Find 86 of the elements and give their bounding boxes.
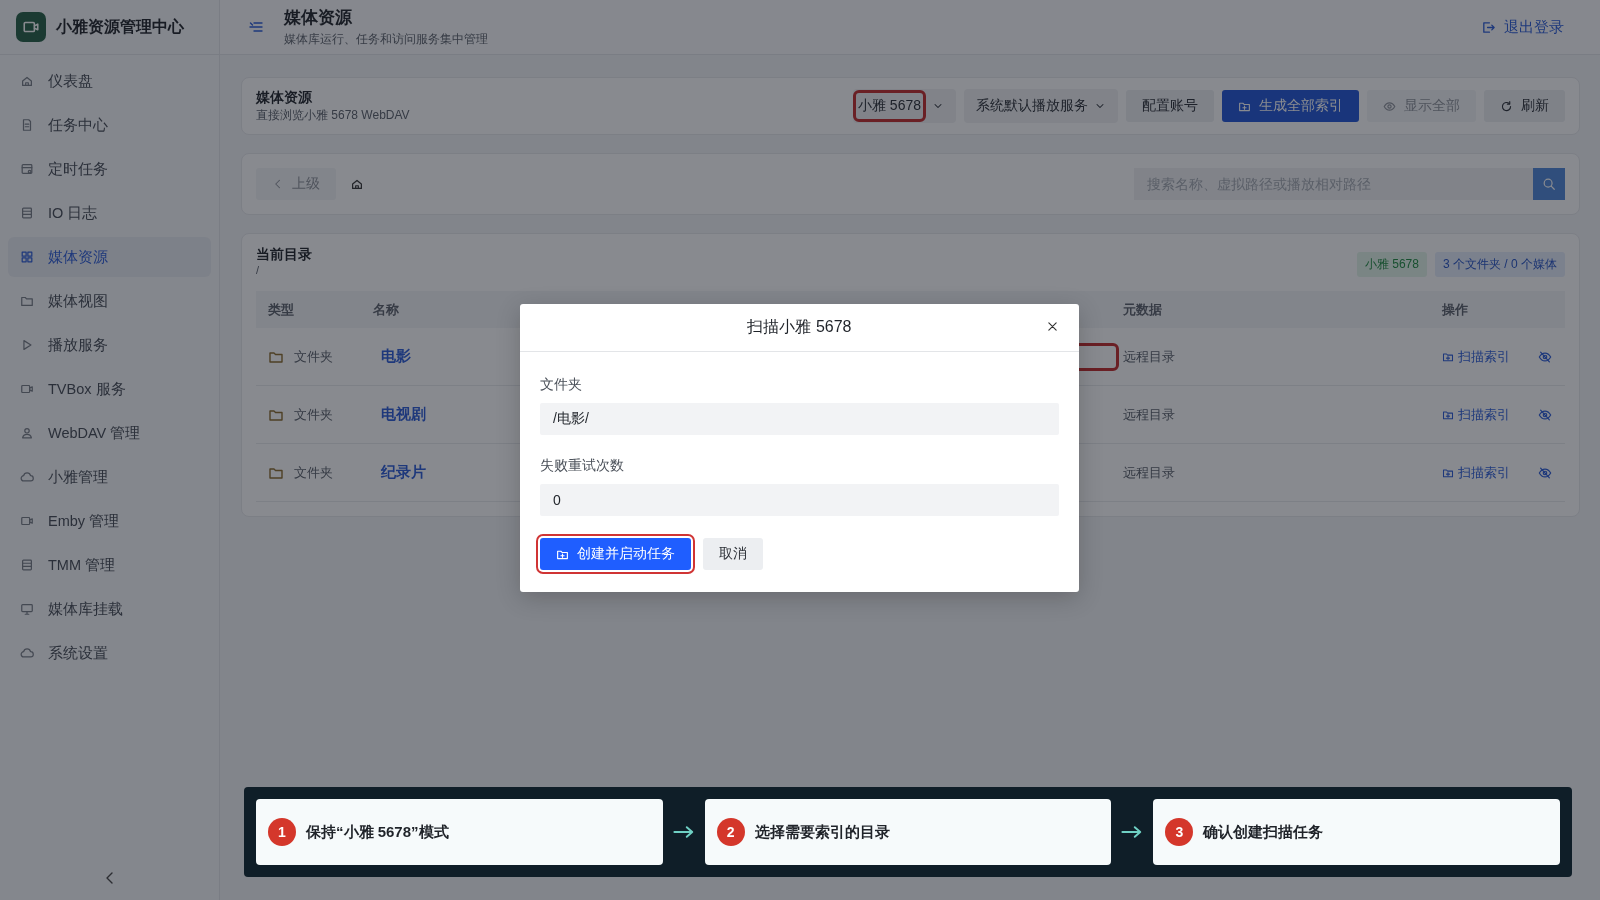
scan-index-link[interactable]: 扫描索引 bbox=[1442, 405, 1510, 424]
table-cell: 远程目录 bbox=[1123, 405, 1175, 424]
input-field[interactable]: /电影/ bbox=[540, 403, 1059, 435]
close-icon[interactable] bbox=[1046, 320, 1059, 333]
refresh-button[interactable]: 刷新 bbox=[1484, 90, 1565, 122]
sidebar-item[interactable]: 媒体资源 bbox=[8, 237, 211, 277]
table-cell: 文件夹 bbox=[294, 347, 333, 366]
sidebar-item[interactable]: 定时任务 bbox=[8, 149, 211, 189]
sidebar-item[interactable]: 任务中心 bbox=[8, 105, 211, 145]
camera-icon bbox=[20, 382, 34, 396]
folder-plus-icon bbox=[1442, 466, 1454, 479]
input-field[interactable]: 0 bbox=[540, 484, 1059, 516]
table-cell: 文件夹 bbox=[294, 405, 333, 424]
brand-title: 小雅资源管理中心 bbox=[56, 16, 184, 37]
sidebar-item[interactable]: 系统设置 bbox=[8, 633, 211, 673]
search-icon bbox=[1542, 177, 1556, 191]
field-label: 失败重试次数 bbox=[540, 457, 625, 475]
sidebar-item[interactable]: 播放服务 bbox=[8, 325, 211, 365]
config-button[interactable]: 配置账号 bbox=[1126, 90, 1214, 122]
home-icon bbox=[20, 74, 34, 88]
dialog-title: 扫描小雅 5678 bbox=[747, 317, 852, 337]
logo-icon bbox=[16, 12, 46, 42]
page-title: 媒体资源 bbox=[284, 7, 353, 29]
tag: 小雅 5678 bbox=[1356, 252, 1427, 277]
folder-link[interactable]: 纪录片 bbox=[373, 463, 426, 482]
monitor-icon bbox=[20, 602, 34, 616]
generate-index-button[interactable]: 生成全部索引 bbox=[1222, 90, 1359, 122]
section-title: 当前目录 bbox=[256, 246, 312, 264]
tag: 3 个文件夹 / 0 个媒体 bbox=[1434, 252, 1565, 277]
sidebar-item[interactable]: 媒体库挂载 bbox=[8, 589, 211, 629]
sidebar-item[interactable]: TMM 管理 bbox=[8, 545, 211, 585]
eye-off-icon[interactable] bbox=[1538, 407, 1552, 422]
step-number: 2 bbox=[716, 818, 745, 846]
highlight-ring: 小雅 5678 bbox=[852, 90, 926, 122]
source-select[interactable]: 小雅 5678 bbox=[852, 89, 956, 123]
play-icon bbox=[20, 338, 34, 352]
folder-icon bbox=[20, 294, 34, 308]
table-cell: 文件夹 bbox=[294, 463, 333, 482]
step-text: 保持“小雅 5678”模式 bbox=[306, 822, 449, 842]
player-select[interactable]: 系统默认播放服务 bbox=[964, 89, 1118, 123]
directory-path: / bbox=[256, 264, 261, 276]
sidebar-item[interactable]: WebDAV 管理 bbox=[8, 413, 211, 453]
sidebar-item[interactable]: 媒体视图 bbox=[8, 281, 211, 321]
column-header: 操作 bbox=[1430, 291, 1565, 328]
card-subtitle: 直接浏览小雅 5678 WebDAV bbox=[256, 106, 411, 124]
home-icon[interactable] bbox=[350, 177, 364, 191]
step-text: 确认创建扫描任务 bbox=[1203, 822, 1324, 842]
folder-link[interactable]: 电影 bbox=[373, 347, 411, 366]
logout-icon bbox=[1481, 19, 1496, 35]
folder-link[interactable]: 电视剧 bbox=[373, 405, 426, 424]
user-icon bbox=[20, 426, 34, 440]
sidebar-item[interactable]: 仪表盘 bbox=[8, 61, 211, 101]
cloud-icon bbox=[20, 646, 34, 660]
list-icon bbox=[20, 206, 34, 220]
folder-plus-icon bbox=[1442, 350, 1454, 363]
list-icon bbox=[20, 558, 34, 572]
sidebar-item[interactable]: IO 日志 bbox=[8, 193, 211, 233]
card-title: 媒体资源 bbox=[256, 88, 313, 107]
page-subtitle: 媒体库运行、任务和访问服务集中管理 bbox=[284, 31, 489, 48]
field-label: 文件夹 bbox=[540, 376, 583, 394]
grid-icon bbox=[20, 250, 34, 264]
step-number: 3 bbox=[1165, 818, 1194, 846]
eye-icon bbox=[1383, 99, 1396, 113]
sidebar-item[interactable]: TVBox 服务 bbox=[8, 369, 211, 409]
folder-plus-icon bbox=[1442, 408, 1454, 421]
calendar-icon bbox=[20, 162, 34, 176]
document-icon bbox=[20, 118, 34, 132]
scan-index-link[interactable]: 扫描索引 bbox=[1442, 463, 1510, 482]
sidebar-item[interactable]: Emby 管理 bbox=[8, 501, 211, 541]
step-number: 1 bbox=[268, 818, 296, 846]
step-text: 选择需要索引的目录 bbox=[754, 822, 890, 842]
cancel-button[interactable]: 取消 bbox=[703, 538, 763, 570]
eye-off-icon[interactable] bbox=[1538, 465, 1552, 480]
column-header: 元数据 bbox=[1111, 291, 1430, 328]
table-cell: 远程目录 bbox=[1123, 347, 1175, 366]
table-cell: 远程目录 bbox=[1123, 463, 1175, 482]
refresh-icon bbox=[1500, 99, 1513, 113]
menu-icon[interactable] bbox=[248, 19, 264, 35]
camera-icon bbox=[20, 514, 34, 528]
column-header: 类型 bbox=[256, 291, 361, 328]
cloud-icon bbox=[20, 470, 34, 484]
logout-link[interactable]: 退出登录 bbox=[1481, 17, 1564, 37]
sidebar-item[interactable]: 小雅管理 bbox=[8, 457, 211, 497]
eye-off-icon[interactable] bbox=[1538, 349, 1552, 364]
search-button[interactable] bbox=[1533, 168, 1565, 200]
scan-index-link[interactable]: 扫描索引 bbox=[1442, 347, 1510, 366]
